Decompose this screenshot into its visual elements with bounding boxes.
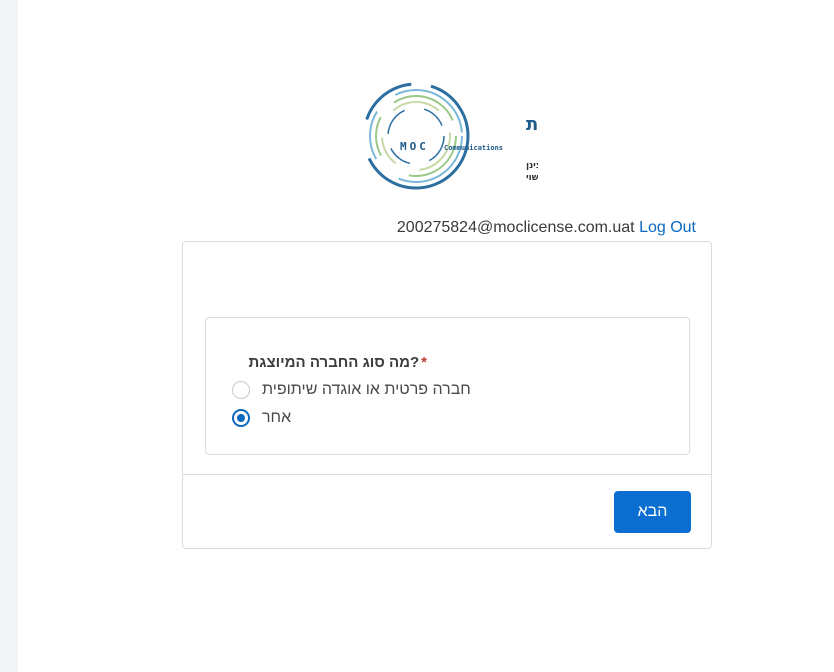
option-other[interactable]: אחר	[232, 407, 291, 429]
required-marker: *	[421, 354, 427, 371]
question-text: ?מה סוג החברה המיוצגת	[248, 354, 420, 371]
user-email: 200275824@moclicense.com.uat	[396, 219, 635, 236]
logout-link[interactable]: Log Out	[639, 219, 696, 236]
logo-line2: אסדרה ורישוי	[526, 173, 538, 183]
logo-hebrew-title: משרד התקשורת	[526, 114, 538, 135]
option-private-company-label: חברה פרטית או אוגדה שיתופית	[262, 381, 471, 398]
logo-abbr: MOC	[400, 140, 429, 153]
radio-private-company[interactable]	[232, 381, 250, 399]
moc-logo: משרד התקשורת MOC Communications אור צינן…	[358, 76, 538, 194]
question-box: *?מה סוג החברה המיוצגת חברה פרטית או אוג…	[205, 317, 690, 455]
user-info-row: 200275824@moclicense.com.uat Log Out	[397, 219, 696, 237]
question-label: *?מה סוג החברה המיוצגת	[249, 354, 427, 371]
form-card: *?מה סוג החברה המיוצגת חברה פרטית או אוג…	[182, 241, 712, 549]
next-button[interactable]: הבא	[614, 491, 691, 533]
radio-other[interactable]	[232, 409, 250, 427]
moc-logo-graphic: משרד התקשורת MOC Communications אור צינן…	[362, 82, 538, 190]
option-other-label: אחר	[262, 409, 292, 426]
option-private-company[interactable]: חברה פרטית או אוגדה שיתופית	[232, 379, 471, 401]
footer-divider	[183, 474, 711, 475]
logo-sub: Communications	[444, 144, 503, 152]
logo-line1: אור צינן	[526, 161, 538, 171]
page-background: משרד התקשורת MOC Communications אור צינן…	[18, 0, 834, 672]
